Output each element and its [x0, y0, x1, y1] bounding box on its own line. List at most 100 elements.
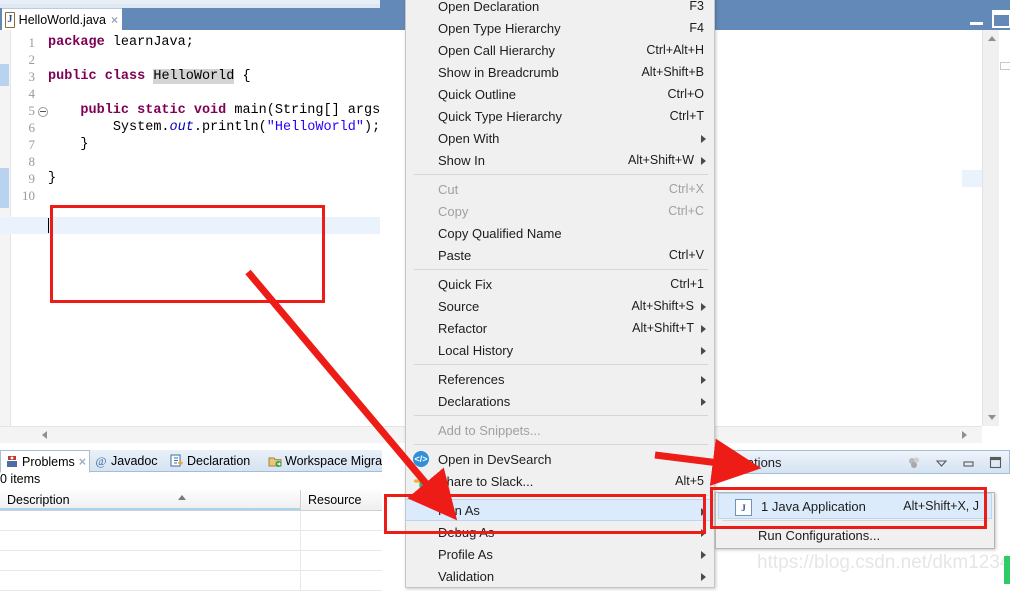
menu-item-quick-type-hierarchy[interactable]: Quick Type Hierarchy Ctrl+T	[406, 105, 714, 127]
link-view-icon[interactable]	[907, 455, 922, 470]
migration-icon	[268, 454, 282, 468]
tab-problems[interactable]: Problems ×	[0, 450, 90, 473]
table-row[interactable]	[0, 571, 382, 591]
menu-item-quick-fix[interactable]: Quick Fix Ctrl+1	[406, 273, 714, 295]
code-editor[interactable]: 1 2 3 4 5 6 7 8 9 10 package learnJava; …	[0, 30, 380, 426]
tab-javadoc[interactable]: @ Javadoc	[90, 450, 168, 471]
problems-view: Problems × @ Javadoc Declaration Workspa…	[0, 450, 382, 591]
table-row[interactable]	[0, 531, 382, 551]
editor-overview-ruler[interactable]	[999, 30, 1010, 426]
annotations-view-titlebar[interactable]: otations	[700, 450, 1010, 474]
menu-item-label: Local History	[438, 342, 514, 358]
submenu-item-run-configurations[interactable]: Run Configurations...	[716, 522, 994, 548]
editor-right-gap	[962, 30, 982, 426]
menu-item-label: Paste	[438, 247, 472, 263]
minimize-icon[interactable]	[970, 17, 983, 25]
menu-item-local-history[interactable]: Local History	[406, 339, 714, 361]
table-row[interactable]	[0, 511, 382, 531]
java-file-icon: J	[5, 11, 15, 28]
editor-vertical-scrollbar[interactable]	[982, 30, 1000, 426]
menu-item-references[interactable]: References	[406, 368, 714, 390]
line-number: 8	[28, 154, 36, 169]
code-keyword: public	[80, 103, 130, 118]
menu-item-cut: Cut Ctrl+X	[406, 178, 714, 200]
menu-separator	[414, 174, 708, 175]
scroll-down-icon[interactable]	[983, 409, 1000, 426]
submenu-arrow-icon	[701, 347, 706, 355]
code-text-span: }	[48, 137, 89, 152]
menu-item-open-with[interactable]: Open With	[406, 127, 714, 149]
maximize-icon[interactable]	[988, 455, 1003, 470]
menu-item-profile-as[interactable]: Profile As	[406, 543, 714, 565]
code-type-name: HelloWorld	[153, 69, 235, 84]
menu-item-shortcut: F4	[689, 21, 704, 35]
menu-item-open-call-hierarchy[interactable]: Open Call Hierarchy Ctrl+Alt+H	[406, 39, 714, 61]
menu-item-source[interactable]: Source Alt+Shift+S	[406, 295, 714, 317]
menu-item-debug-as[interactable]: Debug As	[406, 521, 714, 543]
menu-item-shortcut: Alt+Shift+T	[632, 321, 694, 335]
minimize-icon[interactable]	[961, 455, 976, 470]
editor-tab-helloworld[interactable]: J HelloWorld.java ×	[2, 8, 122, 30]
menu-separator	[414, 444, 708, 445]
submenu-separator	[722, 520, 988, 521]
sort-ascending-icon	[178, 495, 186, 500]
slack-icon	[413, 473, 429, 489]
menu-item-shortcut: Ctrl+C	[668, 204, 704, 218]
menu-item-copy-qualified-name[interactable]: Copy Qualified Name	[406, 222, 714, 244]
submenu-arrow-icon	[701, 508, 706, 516]
maximize-icon[interactable]	[992, 10, 1010, 28]
menu-item-label: Declarations	[438, 393, 511, 409]
tab-declaration[interactable]: Declaration	[166, 450, 266, 471]
code-string: "HelloWorld"	[266, 120, 364, 135]
menu-item-label: References	[438, 371, 505, 387]
code-keyword: void	[193, 103, 227, 118]
column-header-description[interactable]: Description	[0, 490, 300, 510]
menu-item-declarations[interactable]: Declarations	[406, 390, 714, 412]
menu-item-quick-outline[interactable]: Quick Outline Ctrl+O	[406, 83, 714, 105]
table-row[interactable]	[0, 551, 382, 571]
scroll-up-icon[interactable]	[983, 30, 1000, 47]
problems-table[interactable]: Description Resource	[0, 490, 382, 591]
scrollbar-thumb[interactable]	[985, 50, 998, 350]
line-number: 4	[28, 86, 36, 101]
menu-item-label: Source	[438, 298, 480, 314]
close-icon[interactable]: ×	[79, 455, 86, 469]
menu-item-paste[interactable]: Paste Ctrl+V	[406, 244, 714, 266]
menu-item-shortcut: F3	[689, 0, 704, 13]
menu-item-label: Refactor	[438, 320, 488, 336]
code-text[interactable]: package learnJava; public class HelloWor…	[48, 30, 380, 426]
menu-item-refactor[interactable]: Refactor Alt+Shift+T	[406, 317, 714, 339]
tab-problems-label: Problems	[22, 454, 75, 469]
menu-item-copy: Copy Ctrl+C	[406, 200, 714, 222]
editor-context-menu[interactable]: Open Declaration F3 Open Type Hierarchy F4 O…	[405, 0, 715, 588]
problems-icon	[5, 455, 19, 469]
menu-item-label: Cut	[438, 181, 459, 197]
menu-item-show-in-breadcrumb[interactable]: Show in Breadcrumb Alt+Shift+B	[406, 61, 714, 83]
fold-collapse-icon[interactable]	[38, 107, 48, 117]
scroll-right-icon[interactable]	[962, 431, 967, 439]
menu-item-label: Profile As	[438, 546, 493, 562]
menu-item-open-in-devsearch[interactable]: </> Open in DevSearch	[406, 448, 714, 470]
menu-item-label: Copy	[438, 203, 469, 219]
submenu-item-1-java-application[interactable]: J 1 Java Application Alt+Shift+X, J	[718, 493, 992, 519]
tab-workspace-migration[interactable]: Workspace Migrat	[264, 450, 382, 471]
watermark-text: https://blog.csdn.net/dkm123456	[757, 552, 1010, 573]
menu-item-shortcut: Alt+Shift+S	[631, 299, 694, 313]
scroll-left-icon[interactable]	[42, 431, 47, 439]
problems-count-label: 0 items	[0, 472, 41, 486]
close-icon[interactable]: ×	[111, 13, 118, 27]
view-menu-icon[interactable]	[934, 455, 949, 470]
run-as-submenu[interactable]: J 1 Java Application Alt+Shift+X, J Run Con…	[715, 492, 995, 549]
menu-item-shortcut: Alt+Shift+W	[628, 153, 694, 167]
menu-item-run-as[interactable]: Run As	[406, 499, 714, 521]
menu-item-share-to-slack[interactable]: Share to Slack... Alt+5	[406, 470, 714, 492]
menu-item-open-declaration[interactable]: Open Declaration F3	[406, 0, 714, 17]
annotations-view-title: otations	[736, 455, 782, 470]
menu-item-open-type-hierarchy[interactable]: Open Type Hierarchy F4	[406, 17, 714, 39]
line-number: 1	[28, 35, 36, 50]
overview-marker[interactable]	[1000, 62, 1010, 70]
code-line-1: package learnJava;	[48, 34, 194, 51]
column-header-resource[interactable]: Resource	[301, 490, 382, 510]
menu-item-show-in[interactable]: Show In Alt+Shift+W	[406, 149, 714, 171]
